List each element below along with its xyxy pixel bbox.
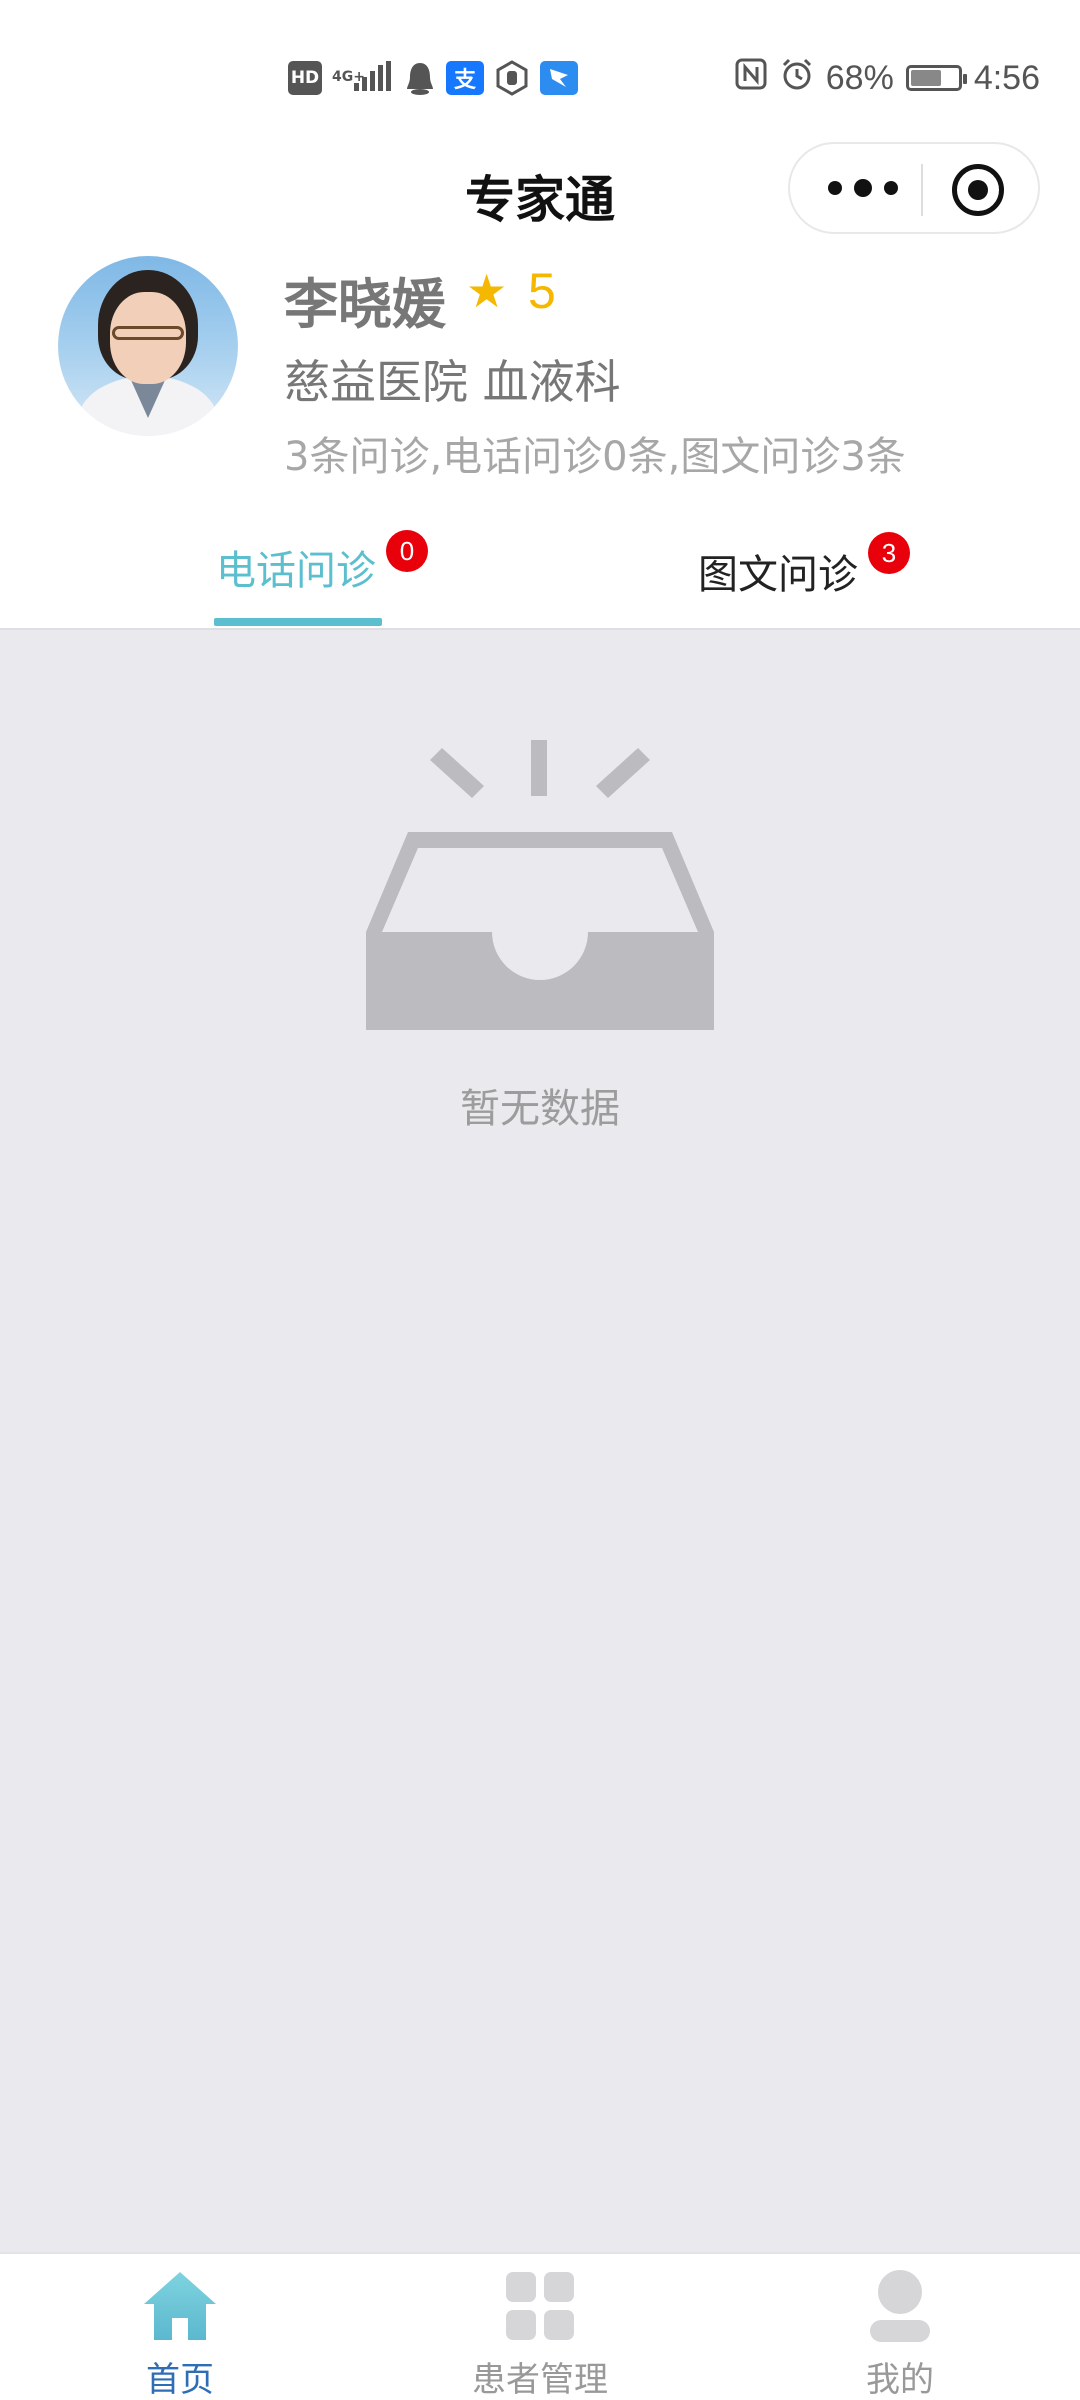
status-icons-right: 68% 4:56 [734,56,1040,100]
status-icons-left: HD 4G+ 支 [288,58,578,98]
miniprogram-capsule [788,142,1040,234]
clock-time: 4:56 [973,58,1040,97]
tab-phone-consultation[interactable]: 电话问诊 [216,538,376,596]
qq-icon [404,61,436,95]
nav-item-mine[interactable]: 我的 [720,2254,1080,2400]
nav-label-home: 首页 [146,2360,214,2400]
nav-item-patient-management[interactable]: 患者管理 [360,2254,720,2400]
doctor-rating: 5 [528,263,556,319]
nfc-icon [734,57,768,100]
status-bar: HD 4G+ 支 68% 4:56 [0,0,1080,140]
battery-icon [905,65,967,91]
consultation-stats: 3条问诊,电话问诊0条,图文问诊3条 [284,434,906,480]
consultation-list[interactable]: 暂无数据 [0,628,1080,2252]
tab-badge-text: 3 [868,532,910,574]
empty-box-icon [364,740,716,1040]
consultation-tabs: 电话问诊 0 图文问诊 3 [0,520,1080,628]
star-icon: ★ [466,264,508,318]
tab-text-consultation[interactable]: 图文问诊 [698,542,858,600]
battery-percent: 68% [825,58,894,97]
doctor-name: 李晓媛 [284,273,446,336]
nav-label-patient-management: 患者管理 [472,2360,608,2400]
hexagon-app-icon [494,60,530,96]
doctor-hospital: 慈益医院 血液科 [284,355,621,409]
bottom-navigation: 首页 患者管理 我的 [0,2252,1080,2400]
nav-item-home[interactable]: 首页 [0,2254,360,2400]
alarm-icon [780,57,814,100]
close-miniprogram-button[interactable] [952,164,1004,216]
capsule-divider [921,164,923,216]
grid-icon [502,2268,578,2344]
nav-label-mine: 我的 [866,2360,934,2400]
hd-icon: HD [288,61,322,95]
alipay-icon: 支 [446,61,484,95]
tab-badge-phone: 0 [386,530,428,572]
title-bar: 专家通 [0,140,1080,250]
signal-icon: 4G+ [332,61,394,95]
dingtalk-icon [540,61,578,95]
home-icon [142,2268,218,2344]
doctor-profile: 李晓媛 ★ 5 慈益医院 血液科 3条问诊,电话问诊0条,图文问诊3条 [0,250,1080,490]
network-type-label: 4G+ [332,69,365,85]
avatar[interactable] [58,256,238,436]
more-options-button[interactable] [828,176,898,200]
active-tab-indicator [214,618,382,626]
user-icon [862,2268,938,2344]
empty-state-text: 暂无数据 [460,1086,620,1132]
app-screen: HD 4G+ 支 68% 4:56 专家通 李晓媛 ★ 5 慈益医院 血液科 3… [0,0,1080,2400]
